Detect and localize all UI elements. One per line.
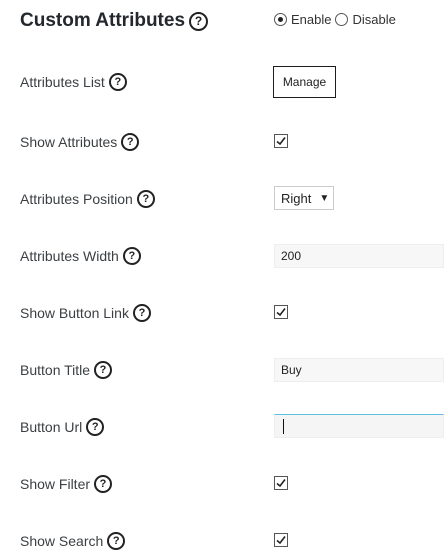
attributes-list-label: Attributes List ? <box>20 72 127 92</box>
enable-disable-radio-group: Enable Disable <box>274 12 400 27</box>
attributes-list-label-text: Attributes List <box>20 74 105 90</box>
dropdown-arrow-icon: ▼ <box>319 192 330 204</box>
checkmark-icon <box>276 137 286 146</box>
show-filter-label: Show Filter ? <box>20 474 113 494</box>
button-url-label: Button Url ? <box>20 417 105 437</box>
show-search-label: Show Search ? <box>20 531 126 551</box>
show-search-label-text: Show Search <box>20 533 104 549</box>
section-title-text: Custom Attributes <box>20 10 186 31</box>
attributes-position-label: Attributes Position ? <box>20 189 155 209</box>
text-cursor <box>283 418 284 434</box>
help-icon[interactable]: ? <box>136 190 155 208</box>
attributes-width-label: Attributes Width ? <box>20 246 141 266</box>
button-url-input[interactable] <box>274 414 444 438</box>
button-title-value: Buy <box>281 363 302 377</box>
help-icon[interactable]: ? <box>86 418 105 436</box>
help-icon[interactable]: ? <box>121 133 140 151</box>
button-title-label-text: Button Title <box>20 362 91 378</box>
show-button-link-checkbox[interactable] <box>274 305 288 319</box>
button-url-label-text: Button Url <box>20 419 83 435</box>
attributes-width-value: 200 <box>281 249 302 263</box>
checkmark-icon <box>276 308 286 317</box>
disable-radio[interactable] <box>335 13 349 26</box>
section-title: Custom Attributes ? <box>20 10 209 32</box>
help-icon[interactable]: ? <box>122 247 141 265</box>
help-icon[interactable]: ? <box>94 361 113 379</box>
enable-radio[interactable] <box>274 13 287 26</box>
attributes-position-value: Right <box>281 190 312 206</box>
attributes-position-label-text: Attributes Position <box>20 191 133 207</box>
help-icon[interactable]: ? <box>94 475 113 493</box>
attributes-position-select[interactable]: Right ▼ <box>274 186 334 210</box>
checkmark-icon <box>276 479 286 488</box>
show-attributes-label: Show Attributes ? <box>20 132 140 152</box>
radio-selected-dot <box>278 17 283 22</box>
show-search-checkbox[interactable] <box>274 533 288 547</box>
attributes-width-label-text: Attributes Width <box>20 248 119 264</box>
attributes-width-input[interactable]: 200 <box>274 244 444 268</box>
show-filter-checkbox[interactable] <box>274 476 288 490</box>
button-title-label: Button Title ? <box>20 360 113 380</box>
show-button-link-label-text: Show Button Link <box>20 305 129 321</box>
help-icon[interactable]: ? <box>132 304 151 322</box>
show-attributes-checkbox[interactable] <box>274 134 288 148</box>
show-filter-label-text: Show Filter <box>20 476 91 492</box>
show-attributes-label-text: Show Attributes <box>20 134 118 150</box>
button-title-input[interactable]: Buy <box>274 358 444 382</box>
disable-radio-label[interactable]: Disable <box>352 12 395 27</box>
help-icon[interactable]: ? <box>108 73 127 91</box>
help-icon[interactable]: ? <box>107 532 126 550</box>
help-icon[interactable]: ? <box>189 11 209 31</box>
checkmark-icon <box>276 536 286 545</box>
show-button-link-label: Show Button Link ? <box>20 303 151 323</box>
enable-radio-label[interactable]: Enable <box>291 12 331 27</box>
manage-button[interactable]: Manage <box>273 66 336 98</box>
